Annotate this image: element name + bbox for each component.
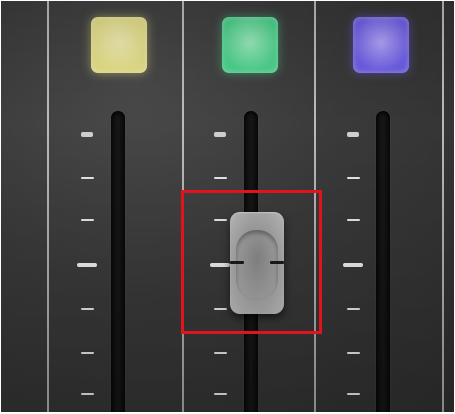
fader-scale-tick [347, 131, 359, 137]
channel-divider [442, 1, 444, 412]
yellow-pad-button[interactable] [91, 17, 147, 73]
fader-scale-tick [346, 219, 360, 221]
fader-scale-tick [80, 393, 94, 395]
channel-divider [47, 1, 49, 412]
fader-track-1[interactable] [111, 111, 125, 412]
purple-pad-button[interactable] [353, 17, 409, 73]
fader-scale-tick [80, 352, 94, 354]
fader-scale-tick [346, 308, 360, 310]
fader-scale-tick [213, 352, 227, 354]
fader-scale-tick [346, 177, 360, 179]
green-pad-button[interactable] [222, 17, 278, 73]
highlight-box [181, 190, 322, 334]
fader-scale-tick [81, 131, 93, 137]
fader-scale-tick [213, 177, 227, 179]
fader-scale-tick [213, 393, 227, 395]
fader-scale-tick [80, 177, 94, 179]
fader-scale-tick [346, 352, 360, 354]
fader-scale-tick [343, 263, 363, 267]
fader-scale-tick [214, 131, 226, 137]
fader-scale-tick [77, 263, 97, 267]
fader-scale-tick [346, 393, 360, 395]
fader-track-3[interactable] [376, 111, 390, 412]
fader-scale-tick [80, 219, 94, 221]
fader-scale-tick [80, 308, 94, 310]
mixer-surface [1, 1, 454, 412]
